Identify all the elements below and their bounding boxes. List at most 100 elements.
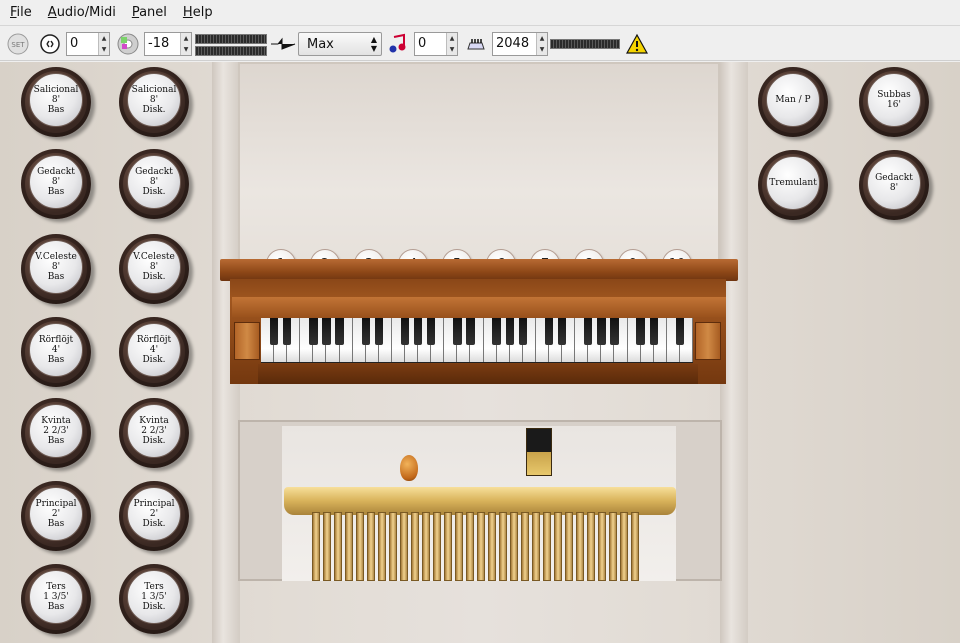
manual-black-key[interactable]: [335, 318, 344, 345]
combination-spinbox[interactable]: 0 ▲ ▼: [66, 32, 110, 56]
cpu-meter: [550, 39, 620, 49]
manual-black-key[interactable]: [584, 318, 593, 345]
pedal-key[interactable]: [620, 512, 628, 581]
manual-black-key[interactable]: [597, 318, 606, 345]
set-button[interactable]: SET: [6, 32, 30, 56]
pedal-key[interactable]: [554, 512, 562, 581]
pedal-key[interactable]: [499, 512, 507, 581]
svg-text:SET: SET: [11, 41, 25, 49]
samples-per-buffer-spinbox[interactable]: 2048 ▲ ▼: [492, 32, 548, 56]
manual-black-key[interactable]: [610, 318, 619, 345]
manual-black-key[interactable]: [426, 318, 436, 345]
polyphony-select[interactable]: Max ▲ ▼: [298, 32, 382, 56]
stop-gedackt-8-disk[interactable]: Gedackt 8' Disk.: [119, 149, 195, 219]
manual-black-key[interactable]: [453, 318, 462, 345]
pedal-key[interactable]: [565, 512, 573, 581]
stop-salicional-8-disk[interactable]: Salicional 8' Disk.: [119, 67, 195, 137]
pedal-key[interactable]: [323, 512, 331, 581]
spin-down-icon[interactable]: ▼: [99, 44, 109, 55]
pedal-key[interactable]: [587, 512, 595, 581]
pedal-key[interactable]: [378, 512, 386, 581]
stop-principal-2-bas[interactable]: Principal 2' Bas: [21, 481, 97, 551]
spin-up-icon[interactable]: ▲: [181, 33, 191, 44]
pedal-key[interactable]: [455, 512, 463, 581]
manual-black-key[interactable]: [492, 318, 501, 345]
spin-up-icon[interactable]: ▲: [537, 33, 547, 44]
manual-black-key[interactable]: [322, 318, 331, 345]
pedal-key[interactable]: [510, 512, 518, 581]
spin-down-icon[interactable]: ▼: [181, 44, 191, 55]
menu-panel[interactable]: Panel: [124, 0, 175, 26]
manual-black-key[interactable]: [636, 318, 645, 345]
stop-ters-disk[interactable]: Ters 1 3/5' Disk.: [119, 564, 195, 634]
stop-gedackt-8-pedal[interactable]: Gedackt 8': [859, 150, 935, 220]
pedal-key[interactable]: [433, 512, 441, 581]
manual-black-key[interactable]: [282, 318, 292, 345]
stop-vceleste-8-disk[interactable]: V.Celeste 8' Disk.: [119, 234, 195, 304]
stop-rorflojt-4-bas[interactable]: Rörflöjt 4' Bas: [21, 317, 97, 387]
pedal-key[interactable]: [477, 512, 485, 581]
pedal-key[interactable]: [389, 512, 397, 581]
manual-black-key[interactable]: [361, 318, 370, 345]
manual-black-key[interactable]: [413, 318, 423, 345]
pedal-key[interactable]: [367, 512, 375, 581]
stop-vceleste-8-bas[interactable]: V.Celeste 8' Bas: [21, 234, 97, 304]
pedal-key[interactable]: [488, 512, 496, 581]
manual-black-key[interactable]: [400, 318, 410, 345]
stop-salicional-8-bas[interactable]: Salicional 8' Bas: [21, 67, 97, 137]
menu-help[interactable]: Help: [175, 0, 221, 26]
spin-down-icon[interactable]: ▼: [447, 44, 457, 55]
manual-black-key[interactable]: [518, 318, 527, 345]
pedal-key[interactable]: [345, 512, 353, 581]
stop-kvinta-disk[interactable]: Kvinta 2 2/3' Disk.: [119, 398, 195, 468]
pedal-key[interactable]: [444, 512, 452, 581]
manual-black-key[interactable]: [309, 318, 318, 345]
pedal-key[interactable]: [411, 512, 419, 581]
pedal-key[interactable]: [422, 512, 430, 581]
spin-up-icon[interactable]: ▲: [99, 33, 109, 44]
manual-black-key[interactable]: [544, 318, 554, 345]
pedal-key[interactable]: [400, 512, 408, 581]
pedal-key[interactable]: [576, 512, 584, 581]
manual-black-key[interactable]: [466, 318, 475, 345]
manual-keyboard[interactable]: [261, 318, 693, 363]
menu-audio-midi[interactable]: Audio/Midi: [40, 0, 124, 26]
pedal-key[interactable]: [312, 512, 320, 581]
pedal-key[interactable]: [521, 512, 529, 581]
manual-black-key[interactable]: [374, 318, 383, 345]
manual-black-key[interactable]: [269, 318, 279, 345]
pedal-key[interactable]: [543, 512, 551, 581]
pedal-key[interactable]: [466, 512, 474, 581]
pedal-key[interactable]: [598, 512, 606, 581]
transpose-spinbox[interactable]: 0 ▲ ▼: [414, 32, 458, 56]
pedal-key[interactable]: [631, 512, 639, 581]
pedal-key[interactable]: [609, 512, 617, 581]
combination-toggle-button[interactable]: [38, 32, 62, 56]
tremulant[interactable]: Tremulant: [758, 150, 834, 220]
manual-black-key[interactable]: [649, 318, 658, 345]
menu-file[interactable]: File: [2, 0, 40, 26]
volume-meter-right: [195, 46, 267, 56]
manual-black-key[interactable]: [505, 318, 514, 345]
stop-kvinta-bas[interactable]: Kvinta 2 2/3' Bas: [21, 398, 97, 468]
manual-black-key[interactable]: [557, 318, 567, 345]
pedal-key[interactable]: [334, 512, 342, 581]
manual-cheek-left: [234, 322, 260, 360]
stop-rorflojt-4-disk[interactable]: Rörflöjt 4' Disk.: [119, 317, 195, 387]
spin-down-icon[interactable]: ▼: [537, 44, 547, 55]
coupler-man-p[interactable]: Man / P: [758, 67, 834, 137]
pedal-key[interactable]: [532, 512, 540, 581]
keyboard-icon: [464, 32, 488, 56]
warning-icon[interactable]: [625, 32, 649, 56]
stop-principal-2-disk[interactable]: Principal 2' Disk.: [119, 481, 195, 551]
pedal-key[interactable]: [356, 512, 364, 581]
spin-up-icon[interactable]: ▲: [447, 33, 457, 44]
stop-subbas-16[interactable]: Subbas 16': [859, 67, 935, 137]
stop-ters-bas[interactable]: Ters 1 3/5' Bas: [21, 564, 97, 634]
swell-pedal[interactable]: [526, 428, 552, 476]
manual-black-key[interactable]: [675, 318, 685, 345]
stop-gedackt-8-bas[interactable]: Gedackt 8' Bas: [21, 149, 97, 219]
crescendo-toe-stud[interactable]: [400, 455, 418, 481]
manual-cheek-right: [695, 322, 721, 360]
volume-spinbox[interactable]: -18 ▲ ▼: [144, 32, 192, 56]
